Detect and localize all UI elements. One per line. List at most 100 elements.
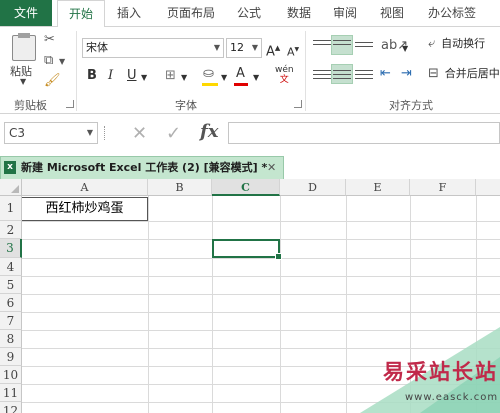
wrap-text-label: 自动换行 bbox=[441, 37, 486, 50]
active-cell-c3[interactable] bbox=[212, 239, 282, 260]
formula-bar: C3 ▼ ✕ ✓ fx bbox=[0, 114, 500, 150]
italic-button[interactable]: I bbox=[108, 68, 113, 84]
row-header-8[interactable]: 8 bbox=[0, 330, 22, 348]
tab-view[interactable]: 视图 bbox=[372, 0, 412, 26]
grid-line bbox=[22, 258, 500, 259]
grid-line bbox=[212, 196, 213, 413]
wrap-text-icon: ⤶ bbox=[428, 36, 436, 51]
group-divider bbox=[305, 31, 306, 111]
row-header-1[interactable]: 1 bbox=[0, 196, 22, 221]
select-all-button[interactable] bbox=[0, 179, 22, 196]
row-header-3[interactable]: 3 bbox=[0, 239, 22, 258]
font-color-button[interactable]: A bbox=[236, 66, 245, 82]
cell-a1[interactable]: 西红柿炒鸡蛋 bbox=[22, 197, 148, 221]
group-divider bbox=[76, 31, 77, 111]
shrink-font-button[interactable]: A▼ bbox=[287, 42, 299, 61]
close-icon[interactable]: ✕ bbox=[267, 157, 276, 178]
borders-icon[interactable]: ⊞ bbox=[165, 68, 176, 84]
column-header-g[interactable] bbox=[476, 179, 500, 196]
row-header-10[interactable]: 10 bbox=[0, 366, 22, 384]
font-group-label: 字体 bbox=[175, 99, 197, 112]
row-header-7[interactable]: 7 bbox=[0, 312, 22, 330]
tab-page-layout[interactable]: 页面布局 bbox=[153, 0, 229, 26]
grid-line bbox=[22, 294, 500, 295]
column-header-b[interactable]: B bbox=[148, 179, 212, 196]
column-header-d[interactable]: D bbox=[280, 179, 346, 196]
fill-dropdown-icon[interactable]: ▼ bbox=[221, 70, 227, 86]
phonetic-button[interactable]: wén 文 bbox=[275, 65, 294, 85]
row-header-5[interactable]: 5 bbox=[0, 276, 22, 294]
underline-button[interactable]: U bbox=[127, 68, 137, 84]
tab-data[interactable]: 数据 bbox=[279, 0, 319, 26]
font-name-value: 宋体 bbox=[86, 41, 108, 54]
align-middle-icon[interactable] bbox=[333, 37, 351, 51]
formula-bar-grip[interactable] bbox=[104, 126, 108, 140]
chevron-down-icon: ▼ bbox=[251, 43, 258, 52]
name-box-value: C3 bbox=[9, 126, 26, 140]
enter-icon[interactable]: ✓ bbox=[166, 123, 181, 144]
alignment-group-label: 对齐方式 bbox=[389, 99, 433, 112]
shrink-font-icon: A bbox=[287, 45, 295, 59]
copy-icon[interactable]: ⧉ bbox=[44, 54, 53, 68]
tab-file[interactable]: 文件 bbox=[0, 0, 52, 26]
underline-dropdown-icon[interactable]: ▼ bbox=[141, 70, 147, 86]
row-header-9[interactable]: 9 bbox=[0, 348, 22, 366]
borders-dropdown-icon[interactable]: ▼ bbox=[181, 70, 187, 86]
grid-line bbox=[280, 196, 281, 413]
cut-icon[interactable]: ✂ bbox=[44, 33, 55, 47]
align-right-icon[interactable] bbox=[355, 67, 373, 81]
clipboard-launcher-icon[interactable] bbox=[66, 100, 74, 108]
formula-input[interactable] bbox=[228, 122, 500, 144]
ribbon-tab-bar: 文件 开始 插入 页面布局 公式 数据 审阅 视图 办公标签 bbox=[0, 0, 500, 27]
row-header-4[interactable]: 4 bbox=[0, 258, 22, 276]
align-top-icon[interactable] bbox=[313, 37, 331, 51]
tab-review[interactable]: 审阅 bbox=[325, 0, 365, 26]
grow-font-button[interactable]: A▲ bbox=[266, 40, 280, 60]
copy-dropdown-icon[interactable]: ▼ bbox=[59, 55, 65, 69]
align-bottom-icon[interactable] bbox=[355, 39, 373, 53]
format-painter-icon[interactable]: 🖌 bbox=[44, 74, 61, 88]
row-header-12[interactable]: 12 bbox=[0, 402, 22, 413]
row-header-2[interactable]: 2 bbox=[0, 221, 22, 239]
merge-center-icon: ⊟ bbox=[428, 66, 439, 81]
increase-indent-icon[interactable]: ⇥ bbox=[401, 66, 412, 82]
column-header-c[interactable]: C bbox=[212, 179, 280, 196]
grow-font-icon: A bbox=[266, 44, 275, 60]
fill-color-icon[interactable]: ⛀ bbox=[203, 66, 214, 82]
column-header-f[interactable]: F bbox=[410, 179, 476, 196]
ribbon: 粘贴 ▼ ✂ ⧉ ▼ 🖌 剪贴板 宋体 ▼ 12 ▼ A▲ A▼ B I U ▼… bbox=[0, 26, 500, 114]
orientation-dropdown-icon[interactable]: ▼ bbox=[402, 41, 408, 57]
grid-line bbox=[148, 196, 149, 413]
decrease-indent-icon[interactable]: ⇤ bbox=[380, 66, 391, 82]
workbook-tab-strip: 新建 Microsoft Excel 工作表 (2) [兼容模式] * ✕ x bbox=[0, 150, 500, 179]
align-center-icon[interactable] bbox=[333, 67, 351, 81]
font-color-swatch bbox=[234, 83, 248, 86]
chevron-down-icon: ▼ bbox=[86, 128, 93, 137]
font-launcher-icon[interactable] bbox=[294, 100, 302, 108]
workbook-tab[interactable]: 新建 Microsoft Excel 工作表 (2) [兼容模式] * ✕ bbox=[0, 156, 284, 179]
name-box[interactable]: C3 ▼ bbox=[4, 122, 98, 144]
grid-line bbox=[22, 312, 500, 313]
tab-insert[interactable]: 插入 bbox=[109, 0, 149, 26]
wrap-text-button[interactable]: ⤶ 自动换行 bbox=[428, 35, 500, 52]
paste-icon bbox=[12, 33, 36, 61]
merge-center-button[interactable]: ⊟ 合并后居中 bbox=[428, 65, 500, 82]
font-color-dropdown-icon[interactable]: ▼ bbox=[253, 70, 259, 86]
align-left-icon[interactable] bbox=[313, 67, 331, 81]
excel-file-icon: x bbox=[4, 161, 16, 174]
clipboard-group-label: 剪贴板 bbox=[14, 99, 47, 112]
tab-office-tab[interactable]: 办公标签 bbox=[420, 0, 484, 26]
column-header-a[interactable]: A bbox=[22, 179, 148, 196]
row-header-6[interactable]: 6 bbox=[0, 294, 22, 312]
font-name-select[interactable]: 宋体 ▼ bbox=[82, 38, 224, 58]
font-size-select[interactable]: 12 ▼ bbox=[226, 38, 262, 58]
cancel-icon[interactable]: ✕ bbox=[132, 123, 147, 144]
row-header-11[interactable]: 11 bbox=[0, 384, 22, 402]
bold-button[interactable]: B bbox=[87, 68, 97, 84]
tab-home[interactable]: 开始 bbox=[57, 0, 105, 27]
insert-function-button[interactable]: fx bbox=[200, 121, 218, 142]
phonetic-label: wén bbox=[275, 65, 294, 75]
column-header-e[interactable]: E bbox=[346, 179, 410, 196]
tab-formulas[interactable]: 公式 bbox=[229, 0, 269, 26]
chevron-down-icon: ▼ bbox=[213, 43, 220, 52]
